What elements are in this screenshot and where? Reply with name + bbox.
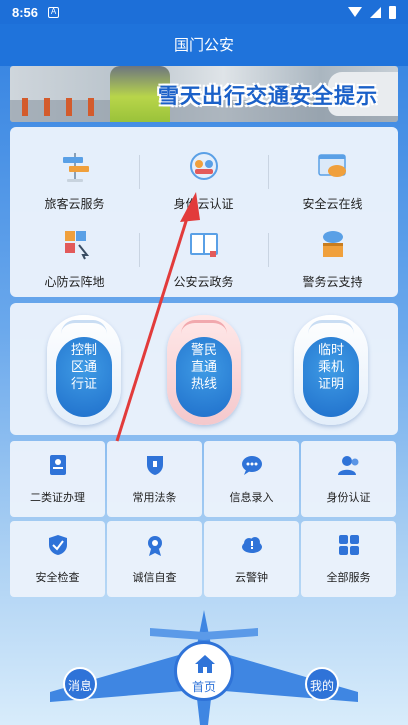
hotline-inner: 临时 乘机 证明 xyxy=(303,337,359,417)
notification-icon: A xyxy=(48,6,60,18)
hotline-text: 警民 xyxy=(190,343,217,358)
service-identity-cloud[interactable]: 身份云认证 xyxy=(139,135,268,213)
hotline-text: 区通 xyxy=(70,360,97,375)
id-card-icon xyxy=(49,455,66,475)
law-shield-icon xyxy=(146,456,163,475)
hotline-text: 证明 xyxy=(317,377,344,392)
grid-item-info-entry[interactable]: 信息录入 xyxy=(204,441,299,517)
chat-bubble-icon xyxy=(241,456,262,475)
service-label: 身份云认证 xyxy=(173,197,234,211)
home-icon xyxy=(195,655,215,673)
grid-item-second-class-id[interactable]: 二类证办理 xyxy=(10,441,105,517)
grid-label: 常用法条 xyxy=(132,491,177,504)
grid-item-security-check[interactable]: 安全检查 xyxy=(10,521,105,597)
hotline-text: 行证 xyxy=(70,377,97,392)
service-label: 警务云支持 xyxy=(302,275,363,289)
nav-home[interactable]: 首页 xyxy=(174,641,234,701)
cubes-icon xyxy=(64,231,89,260)
grid-label: 安全检查 xyxy=(35,571,80,584)
nav-label: 我的 xyxy=(309,679,334,693)
service-security-online[interactable]: 安全云在线 xyxy=(268,135,397,213)
temporary-boarding-certificate-button[interactable]: 临时 乘机 证明 xyxy=(294,315,368,425)
nav-label: 消息 xyxy=(67,679,92,693)
service-label: 心防云阵地 xyxy=(44,275,105,289)
quick-services-grid: 二类证办理 常用法条 信息录入 身份认证 安全检查 诚信自查 云警钟 全部服务 xyxy=(10,441,398,601)
nav-mine[interactable]: 我的 xyxy=(305,667,339,701)
cloud-box-icon xyxy=(322,231,343,257)
cloud-services-panel: 旅客云服务 身份云认证 安全云在线 心防云阵地 公安云政务 警务云支持 xyxy=(10,127,398,297)
identity-badge-icon xyxy=(189,152,218,180)
hotline-panel: 控制 区通 行证 警民 直通 热线 临时 乘机 证明 xyxy=(10,303,398,435)
hotline-text: 临时 xyxy=(317,343,344,358)
window-dome xyxy=(181,320,227,334)
news-banner[interactable]: 雪天出行交通安全提示 xyxy=(10,66,398,122)
medal-icon xyxy=(147,536,162,556)
hotline-inner: 警民 直通 热线 xyxy=(176,337,232,417)
hotline-inner: 控制 区通 行证 xyxy=(56,337,112,417)
grid-item-integrity-self-check[interactable]: 诚信自查 xyxy=(107,521,202,597)
nav-label: 首页 xyxy=(191,680,216,694)
status-indicators xyxy=(348,5,396,19)
service-mind-defense[interactable]: 心防云阵地 xyxy=(10,213,139,291)
grid-label: 信息录入 xyxy=(229,491,274,504)
status-time: 8:56 xyxy=(12,4,39,20)
banner-cone xyxy=(22,98,28,116)
service-passenger-cloud[interactable]: 旅客云服务 xyxy=(10,135,139,213)
control-area-pass-button[interactable]: 控制 区通 行证 xyxy=(47,315,121,425)
police-hotline-button[interactable]: 警民 直通 热线 xyxy=(167,315,241,425)
grid-item-all-services[interactable]: 全部服务 xyxy=(301,521,396,597)
book-icon xyxy=(189,233,218,257)
users-icon xyxy=(337,456,358,475)
grid-item-common-laws[interactable]: 常用法条 xyxy=(107,441,202,517)
hotline-text: 直通 xyxy=(190,360,217,375)
banner-cone xyxy=(88,98,94,116)
hotline-text: 热线 xyxy=(190,377,217,392)
check-shield-icon xyxy=(48,535,67,555)
cloud-browser-icon xyxy=(317,154,346,177)
signpost-icon xyxy=(62,153,89,182)
page-title: 国门公安 xyxy=(173,36,234,54)
battery-icon xyxy=(389,5,396,19)
service-label: 旅客云服务 xyxy=(44,197,105,211)
service-police-support[interactable]: 警务云支持 xyxy=(268,213,397,291)
service-police-affairs[interactable]: 公安云政务 xyxy=(139,213,268,291)
hotline-text: 乘机 xyxy=(317,360,344,375)
app-header: 国门公安 xyxy=(0,24,408,66)
wifi-icon xyxy=(348,7,362,17)
signal-icon xyxy=(370,6,381,18)
grid-label: 诚信自查 xyxy=(132,571,177,584)
window-dome xyxy=(308,320,354,334)
grid-label: 二类证办理 xyxy=(30,491,85,504)
grid-item-identity-verification[interactable]: 身份认证 xyxy=(301,441,396,517)
banner-cone xyxy=(66,98,72,116)
nav-messages[interactable]: 消息 xyxy=(63,667,97,701)
status-bar: 8:56 A xyxy=(0,0,408,24)
grid-label: 全部服务 xyxy=(326,571,371,584)
cloud-alert-icon xyxy=(241,537,262,553)
window-dome xyxy=(61,320,107,334)
service-label: 安全云在线 xyxy=(302,197,363,211)
grid-icon xyxy=(338,535,359,555)
grid-label: 身份认证 xyxy=(326,491,371,504)
banner-cone xyxy=(44,98,50,116)
grid-label: 云警钟 xyxy=(235,571,268,584)
service-label: 公安云政务 xyxy=(173,275,234,289)
grid-item-cloud-alarm[interactable]: 云警钟 xyxy=(204,521,299,597)
hotline-text: 控制 xyxy=(70,343,97,358)
banner-title: 雪天出行交通安全提示 xyxy=(158,84,378,108)
